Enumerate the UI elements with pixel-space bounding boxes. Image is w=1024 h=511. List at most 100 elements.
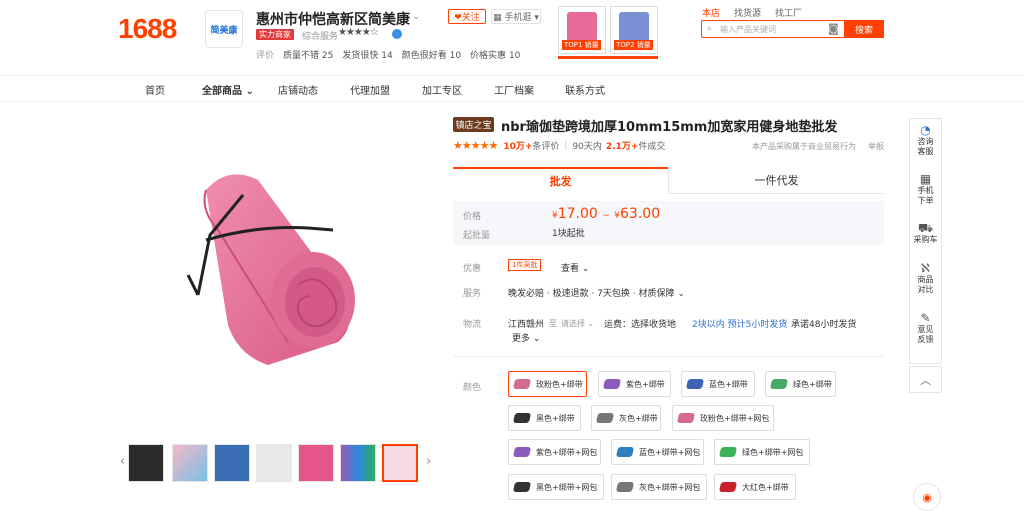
- color-option[interactable]: 绿色+绑带+网包: [714, 439, 810, 465]
- camera-icon[interactable]: ◙: [828, 22, 839, 35]
- product-rating-row: ★★★★★ 10万+ 条评价 | 90天内 2.1万+ 件成交: [453, 139, 665, 152]
- floating-toolbar: ◔ 咨询 客服 ▦ 手机 下单 ⛟ 采购车 ℵ 商品 对比 ✎ 意见 反馈: [909, 118, 942, 364]
- swatch: [769, 379, 789, 389]
- offers-view-link[interactable]: 查看 ⌄: [561, 261, 589, 274]
- float-compare[interactable]: ℵ 商品 对比: [910, 262, 941, 295]
- rating-stars: ★★★★★: [453, 139, 498, 152]
- tab-dropship[interactable]: 一件代发: [668, 167, 884, 194]
- scope-factory[interactable]: 找工厂: [775, 6, 802, 19]
- chevron-up-icon: ︿: [920, 373, 931, 387]
- moq-label: 起批量: [463, 231, 491, 241]
- color-option[interactable]: 灰色+绑带: [591, 405, 661, 431]
- separator: |: [564, 140, 568, 151]
- search-input[interactable]: 输入产品关键词: [720, 24, 776, 35]
- color-option[interactable]: 黑色+绑带: [508, 405, 581, 431]
- moq-value: 1块起批: [552, 229, 585, 239]
- product-main-image[interactable]: [118, 110, 436, 435]
- mobile-browse-button[interactable]: ▦ 手机逛 ▾: [491, 9, 541, 24]
- ad-thumbnail[interactable]: TOP1 销量: [558, 6, 606, 54]
- ad-thumbnail[interactable]: TOP2 销量: [610, 6, 658, 54]
- shop-logo[interactable]: 简美康: [205, 10, 243, 48]
- follow-button[interactable]: ❤关注: [448, 9, 486, 24]
- float-mobile-order[interactable]: ▦ 手机 下单: [910, 173, 941, 206]
- shop-nav: 首页 全部商品 ⌄ 店铺动态 代理加盟 加工专区 工厂档案 联系方式: [0, 76, 1024, 102]
- site-logo[interactable]: 1688: [118, 13, 177, 45]
- rating-item: 价格实惠 10: [470, 51, 521, 61]
- ship-time: 2块以内 预计5小时发货: [692, 320, 788, 330]
- report-link[interactable]: 举报: [868, 141, 884, 152]
- chevron-right-icon[interactable]: ›: [426, 454, 431, 469]
- swatch: [595, 413, 615, 423]
- nav-home[interactable]: 首页: [145, 82, 165, 97]
- verified-icon: [392, 29, 402, 39]
- thumbnail-strip: ‹ ›: [118, 444, 436, 484]
- service-value[interactable]: 晚发必赔 · 极速退款 · 7天包换 · 材质保障 ⌄: [508, 286, 685, 299]
- nav-agent[interactable]: 代理加盟: [350, 82, 390, 97]
- color-option[interactable]: 玫粉色+绑带+网包: [672, 405, 774, 431]
- float-feedback[interactable]: ✎ 意见 反馈: [910, 312, 941, 345]
- shop-header: 1688 简美康 惠州市仲恺高新区简美康 ⌄ ❤关注 ▦ 手机逛 ▾ 实力商家 …: [0, 0, 1024, 76]
- ad-rank-label: TOP2 销量: [614, 40, 653, 50]
- nav-factory[interactable]: 工厂档案: [494, 82, 534, 97]
- color-option[interactable]: 紫色+绑带+网包: [508, 439, 601, 465]
- thumbnail[interactable]: [256, 444, 292, 482]
- swatch: [602, 379, 622, 389]
- logistics-more[interactable]: 更多 ⌄: [512, 331, 540, 344]
- thumbnail[interactable]: [340, 444, 376, 482]
- ad-image: [619, 12, 649, 42]
- thumbnail[interactable]: [298, 444, 334, 482]
- swatch: [512, 447, 532, 457]
- nav-contact[interactable]: 联系方式: [565, 82, 605, 97]
- chat-bubble-icon: ◉: [922, 490, 932, 504]
- color-option[interactable]: 黑色+绑带+网包: [508, 474, 604, 500]
- ship-from: 江西赣州: [508, 320, 545, 330]
- color-option[interactable]: 绿色+绑带: [765, 371, 836, 397]
- featured-badge: 镇店之宝: [453, 117, 494, 132]
- color-option[interactable]: 蓝色+绑带: [681, 371, 755, 397]
- shop-name[interactable]: 惠州市仲恺高新区简美康: [256, 9, 410, 29]
- chat-icon: ◔: [920, 123, 931, 137]
- color-option-selected[interactable]: 玫粉色+绑带: [508, 371, 587, 397]
- color-label: 颜色: [463, 383, 482, 393]
- thumbnail-selected[interactable]: [382, 444, 418, 482]
- rating-item: 颜色很好看 10: [401, 51, 462, 61]
- color-option[interactable]: 大红色+绑带: [714, 474, 796, 500]
- cart-icon: ⛟: [917, 221, 934, 235]
- thumbnail[interactable]: [172, 444, 208, 482]
- service-label: 综合服务: [302, 32, 339, 42]
- chevron-down-icon[interactable]: ⌄: [412, 11, 420, 22]
- thumbnail[interactable]: [214, 444, 250, 482]
- swatch: [615, 447, 635, 457]
- thumbnail[interactable]: [128, 444, 164, 482]
- shop-ratings: 评价 质量不错 25 发货很快 14 颜色很好看 10 价格实惠 10: [256, 48, 520, 61]
- ship-to-select[interactable]: 请选择 ⌄: [561, 318, 594, 329]
- scope-source[interactable]: 找货源: [734, 6, 761, 19]
- review-count[interactable]: 10万+: [503, 139, 532, 152]
- nav-shop-news[interactable]: 店铺动态: [278, 82, 318, 97]
- color-option[interactable]: 紫色+绑带: [598, 371, 671, 397]
- search-icon: ⌕: [707, 24, 713, 34]
- float-cart[interactable]: ⛟ 采购车: [910, 221, 941, 245]
- offer-tag: 1件采批: [508, 259, 542, 271]
- ad-rank-label: TOP1 销量: [562, 40, 601, 50]
- color-option[interactable]: 灰色+绑带+网包: [611, 474, 707, 500]
- swatch: [615, 482, 635, 492]
- tab-wholesale[interactable]: 批发: [453, 167, 668, 194]
- chat-bubble-button[interactable]: ◉: [913, 483, 941, 511]
- float-customer-service[interactable]: ◔ 咨询 客服: [910, 123, 941, 157]
- nav-all-products[interactable]: 全部商品 ⌄: [202, 82, 254, 97]
- strength-merchant-badge: 实力商家: [256, 29, 294, 40]
- logistics-label: 物流: [463, 320, 482, 330]
- review-label: 条评价: [532, 142, 560, 152]
- ad-image: [567, 12, 597, 42]
- chevron-left-icon[interactable]: ‹: [120, 454, 125, 469]
- scope-shop[interactable]: 本店: [702, 6, 720, 19]
- ship-to-label: 至: [549, 319, 557, 328]
- sales-label: 件成交: [638, 142, 666, 152]
- search-box: ⌕ 输入产品关键词 ◙ 搜索: [701, 20, 884, 38]
- nav-processing[interactable]: 加工专区: [422, 82, 462, 97]
- swatch: [718, 482, 738, 492]
- back-to-top-button[interactable]: ︿: [909, 366, 942, 393]
- search-button[interactable]: 搜索: [844, 20, 884, 38]
- color-option[interactable]: 蓝色+绑带+网包: [611, 439, 704, 465]
